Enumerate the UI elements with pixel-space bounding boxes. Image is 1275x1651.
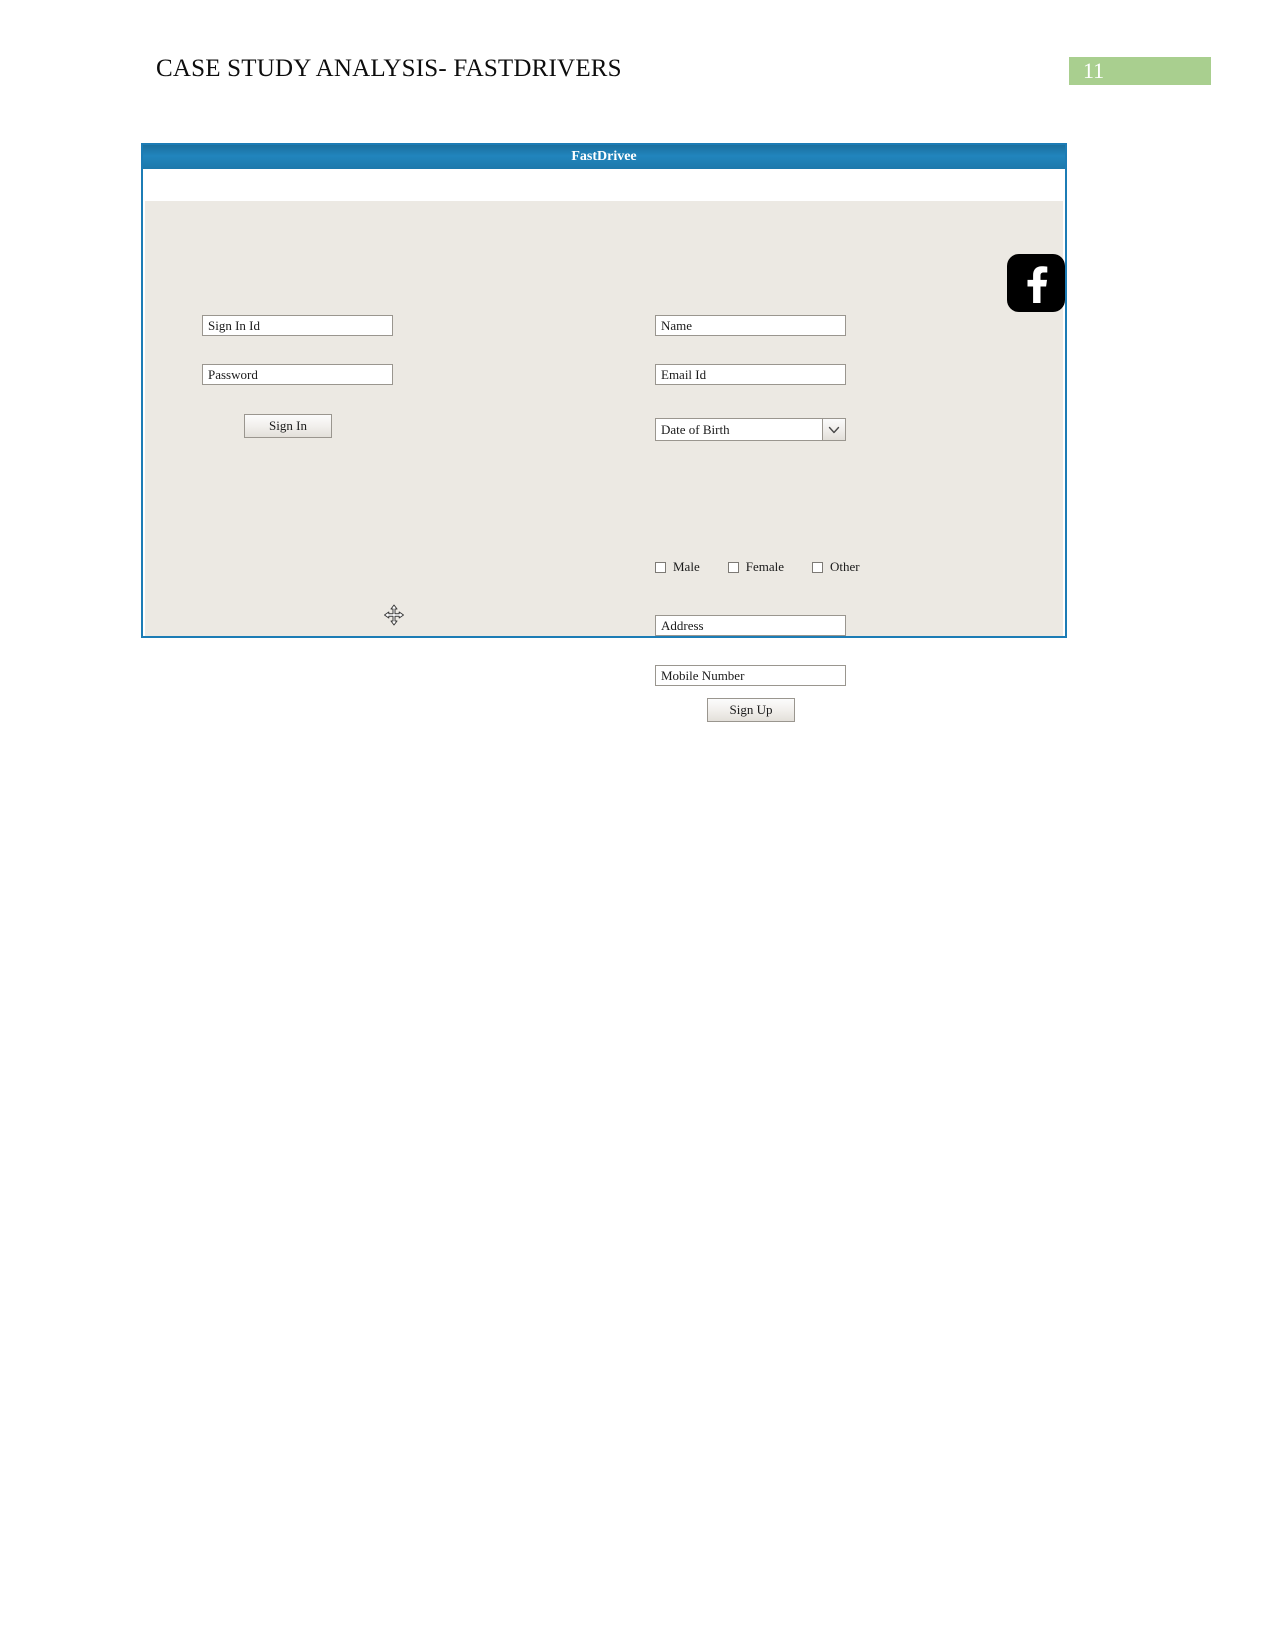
checkbox-male[interactable] xyxy=(655,561,666,573)
date-of-birth-value: Date of Birth xyxy=(661,422,730,437)
move-cursor-icon xyxy=(383,604,405,626)
signup-button[interactable]: Sign Up xyxy=(707,698,795,722)
form-panel: Sign In Id Password Sign In Name Email I… xyxy=(145,201,1065,722)
window-title: FastDrivee xyxy=(571,149,637,164)
window-titlebar: FastDrivee xyxy=(143,145,1065,169)
checkbox-other[interactable] xyxy=(811,561,823,573)
document-page: CASE STUDY ANALYSIS- FASTDRIVERS 11 Fast… xyxy=(0,0,1275,1651)
checkbox-label-female: Female xyxy=(745,559,784,574)
checkbox-label-male: Male xyxy=(673,559,700,574)
document-header: CASE STUDY ANALYSIS- FASTDRIVERS 11 xyxy=(0,0,1275,110)
email-input[interactable]: Email Id xyxy=(655,364,846,385)
chevron-down-icon[interactable] xyxy=(822,419,845,440)
password-input[interactable]: Password xyxy=(202,364,393,385)
signin-id-input[interactable]: Sign In Id xyxy=(202,315,393,336)
checkbox-label-other: Other xyxy=(829,559,860,574)
gender-option-other[interactable]: Other xyxy=(811,559,860,575)
gender-option-male[interactable]: Male xyxy=(655,559,700,575)
facebook-icon[interactable] xyxy=(1007,254,1065,312)
checkbox-female[interactable] xyxy=(727,561,739,573)
signin-button[interactable]: Sign In xyxy=(244,414,332,438)
gender-option-female[interactable]: Female xyxy=(727,559,784,575)
page-number-text: 11 xyxy=(1083,58,1105,83)
window-menubar xyxy=(143,169,1065,201)
date-of-birth-select[interactable]: Date of Birth xyxy=(655,418,846,441)
mobile-number-input[interactable]: Mobile Number xyxy=(655,665,846,686)
name-input[interactable]: Name xyxy=(655,315,846,336)
gender-checkbox-group: Male Female Other xyxy=(655,559,888,575)
page-number-badge: 11 xyxy=(1069,57,1211,85)
address-input[interactable]: Address xyxy=(655,615,846,636)
app-window-screenshot: FastDrivee Sign In Id Password Sign In N… xyxy=(141,143,1067,722)
page-title: CASE STUDY ANALYSIS- FASTDRIVERS xyxy=(156,55,622,82)
